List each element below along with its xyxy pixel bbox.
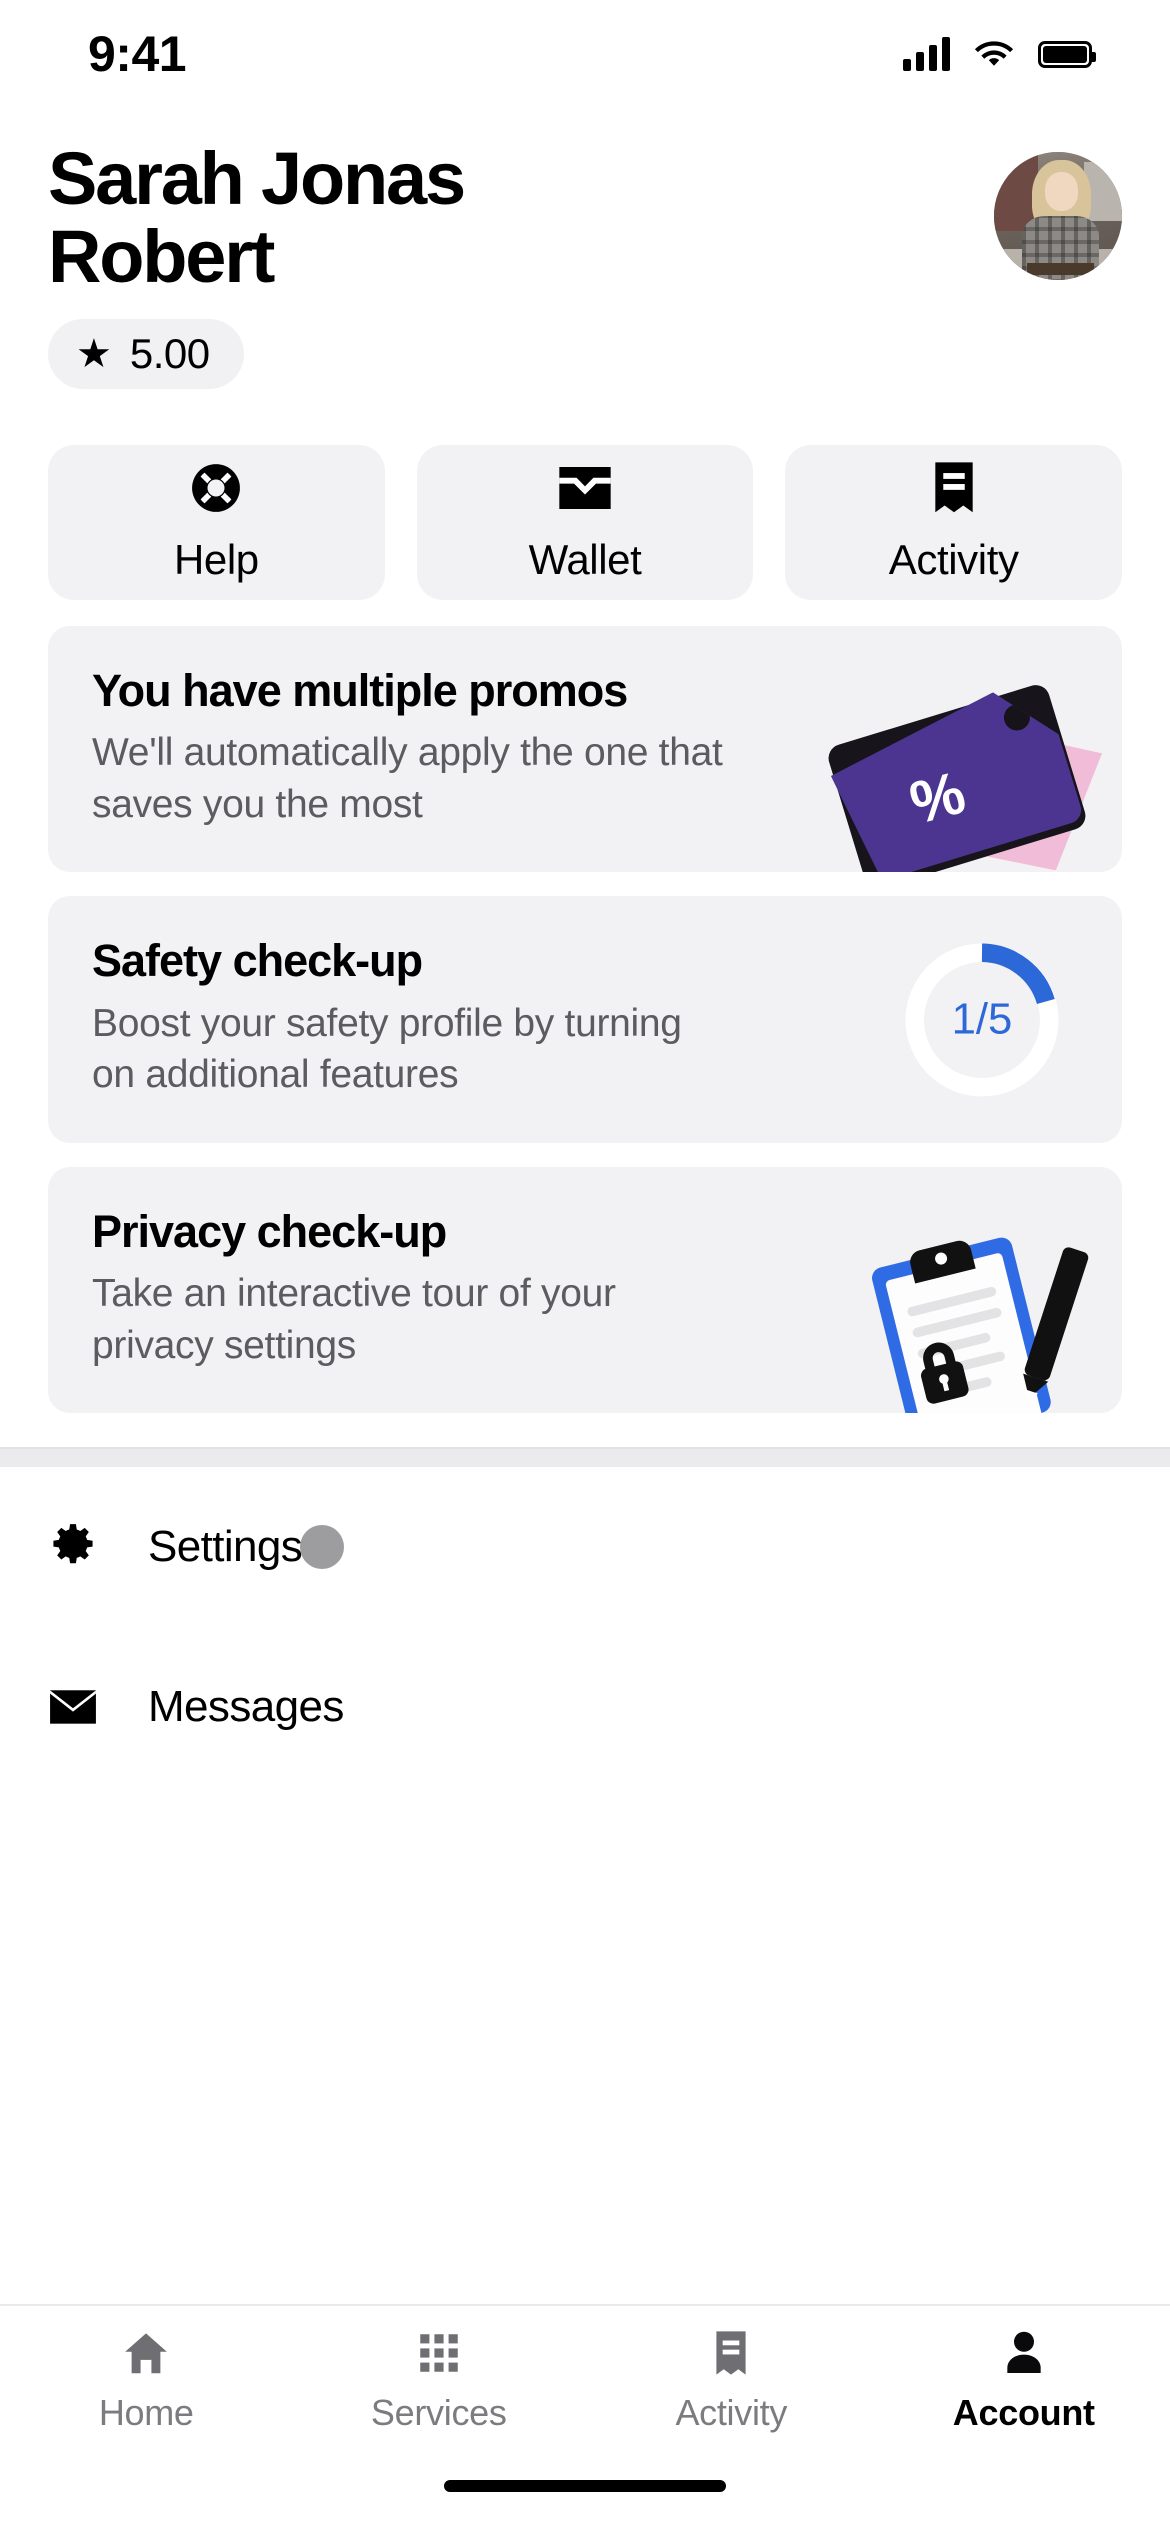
phone-screen: 9:41 Sarah Jonas Robert ★ 5.00 Help Wall…: [0, 0, 1170, 2532]
touch-cursor-indicator: [300, 1525, 344, 1570]
receipt-icon: [935, 462, 973, 513]
card-subtitle: We'll automatically apply the one that s…: [92, 731, 723, 826]
tab-activity[interactable]: Activity: [585, 2328, 878, 2434]
quick-action-label: Wallet: [528, 536, 642, 584]
profile-header: Sarah Jonas Robert: [0, 108, 1170, 297]
progress-label: 1/5: [952, 994, 1013, 1043]
tab-label: Home: [98, 2392, 194, 2433]
rating-value: 5.00: [129, 329, 210, 377]
status-time: 9:41: [88, 26, 187, 82]
menu-item-messages[interactable]: Messages: [0, 1627, 1170, 1787]
cellular-signal-icon: [903, 37, 950, 71]
person-icon: [1007, 2331, 1041, 2373]
star-icon: ★: [76, 331, 112, 376]
tab-label: Services: [370, 2392, 507, 2433]
card-promos[interactable]: You have multiple promos We'll automatic…: [48, 625, 1122, 873]
tab-home[interactable]: Home: [0, 2328, 293, 2434]
battery-icon: [1038, 40, 1096, 68]
tab-services[interactable]: Services: [293, 2328, 586, 2434]
section-divider: [0, 1447, 1170, 1468]
tab-label: Activity: [675, 2392, 788, 2433]
page-title: Sarah Jonas Robert: [48, 137, 466, 299]
cards-list: You have multiple promos We'll automatic…: [0, 600, 1170, 1414]
tab-account[interactable]: Account: [878, 2328, 1170, 2434]
menu-item-label: Messages: [148, 1682, 344, 1732]
receipt-icon: [716, 2331, 746, 2375]
quick-action-activity[interactable]: Activity: [785, 444, 1123, 600]
grid-icon: [420, 2334, 458, 2372]
quick-action-label: Help: [173, 536, 259, 584]
card-privacy-checkup[interactable]: Privacy check-up Take an interactive tou…: [48, 1166, 1122, 1414]
privacy-clipboard-illustration: [826, 1233, 1116, 1414]
card-subtitle: Take an interactive tour of your privacy…: [92, 1272, 616, 1367]
envelope-icon: [50, 1690, 96, 1724]
wallet-icon: [559, 467, 611, 510]
menu-item-settings[interactable]: Settings: [0, 1467, 1170, 1627]
promo-tag-illustration: %: [838, 700, 1108, 873]
rating-badge[interactable]: ★ 5.00: [48, 318, 244, 389]
scroll-content: Sarah Jonas Robert ★ 5.00 Help Wallet Ac…: [0, 108, 1170, 2304]
progress-ring: 1/5: [905, 943, 1059, 1096]
status-icons: [903, 37, 1096, 71]
tab-label: Account: [952, 2392, 1095, 2433]
quick-actions-row: Help Wallet Activity: [0, 389, 1170, 600]
card-safety-checkup[interactable]: Safety check-up Boost your safety profil…: [48, 896, 1122, 1143]
bottom-tab-bar: Home Services Activity Account: [0, 2304, 1170, 2532]
percent-symbol: %: [903, 759, 971, 838]
wifi-icon: [974, 41, 1014, 66]
quick-action-wallet[interactable]: Wallet: [416, 444, 754, 600]
account-menu: Settings Messages: [0, 1467, 1170, 1788]
quick-action-help[interactable]: Help: [48, 444, 385, 600]
quick-action-label: Activity: [888, 536, 1019, 584]
life-ring-icon: [192, 464, 241, 513]
home-icon: [125, 2333, 168, 2374]
card-subtitle: Boost your safety profile by turning on …: [92, 1001, 682, 1097]
profile-avatar[interactable]: [994, 152, 1122, 280]
status-bar: 9:41: [0, 0, 1170, 108]
gear-icon: [53, 1524, 93, 1564]
home-indicator[interactable]: [444, 2480, 726, 2492]
menu-item-label: Settings: [148, 1522, 303, 1572]
